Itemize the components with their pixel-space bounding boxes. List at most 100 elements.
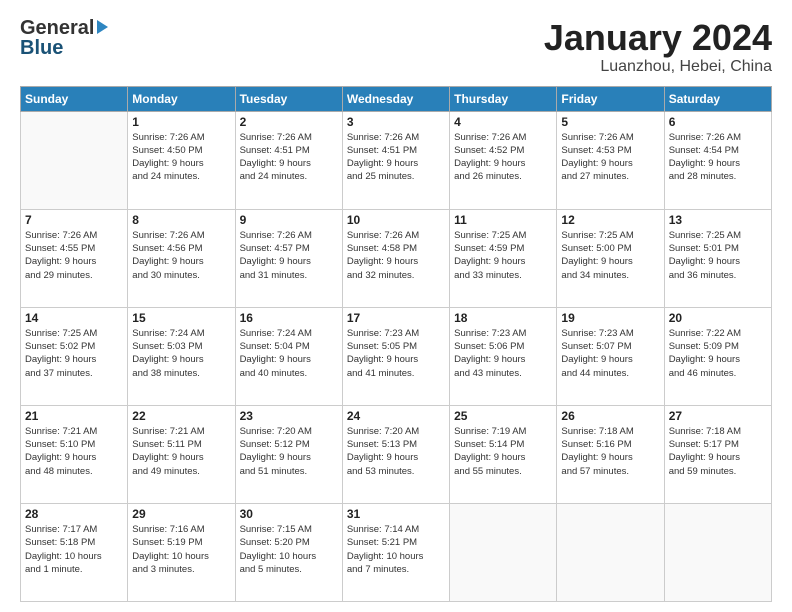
calendar-header-thursday: Thursday [450,86,557,111]
calendar-cell: 6Sunrise: 7:26 AM Sunset: 4:54 PM Daylig… [664,111,771,209]
day-number: 31 [347,507,445,521]
calendar-cell: 25 Sunrise: 7:19 AM Sunset: 5:14 PM Dayli… [450,405,557,503]
day-info: Sunrise: 7:17 AM Sunset: 5:18 PM Dayligh… [25,523,123,576]
day-number: 2 [240,115,338,129]
day-info: Sunrise: 7:18 AM Sunset: 5:17 PM Dayligh… [669,425,767,478]
day-number: 13 [669,213,767,227]
day-info: Sunrise: 7:21 AM Sunset: 5:11 PM Dayligh… [132,425,230,478]
day-info: Sunrise: 7:19 AM Sunset: 5:14 PM Dayligh… [454,425,552,478]
calendar-cell: 19Sunrise: 7:23 AM Sunset: 5:07 PM Dayli… [557,307,664,405]
day-number: 18 [454,311,552,325]
calendar-week-4: 21 Sunrise: 7:21 AM Sunset: 5:10 PM Dayli… [21,405,772,503]
day-number: 14 [25,311,123,325]
day-number: 26 [561,409,659,423]
day-info: Sunrise: 7:26 AM Sunset: 4:57 PM Dayligh… [240,229,338,282]
day-number: 25 [454,409,552,423]
calendar-header-tuesday: Tuesday [235,86,342,111]
day-number: 12 [561,213,659,227]
calendar-week-1: 1 Sunrise: 7:26 AM Sunset: 4:50 PM Daylig… [21,111,772,209]
day-number: 7 [25,213,123,227]
day-number: 16 [240,311,338,325]
header: General Blue January 2024 Luanzhou, Hebe… [20,18,772,76]
calendar-cell: 27 Sunrise: 7:18 AM Sunset: 5:17 PM Dayli… [664,405,771,503]
day-number: 10 [347,213,445,227]
day-number: 9 [240,213,338,227]
calendar-cell [21,111,128,209]
calendar-cell: 22 Sunrise: 7:21 AM Sunset: 5:11 PM Dayli… [128,405,235,503]
logo-arrow-icon [97,20,108,34]
day-number: 24 [347,409,445,423]
day-info: Sunrise: 7:26 AM Sunset: 4:51 PM Dayligh… [240,131,338,184]
day-info: Sunrise: 7:24 AM Sunset: 5:04 PM Dayligh… [240,327,338,380]
day-info: Sunrise: 7:14 AM Sunset: 5:21 PM Dayligh… [347,523,445,576]
day-info: Sunrise: 7:26 AM Sunset: 4:52 PM Dayligh… [454,131,552,184]
calendar-cell: 10 Sunrise: 7:26 AM Sunset: 4:58 PM Dayli… [342,209,449,307]
day-number: 1 [132,115,230,129]
day-number: 15 [132,311,230,325]
calendar-week-2: 7 Sunrise: 7:26 AM Sunset: 4:55 PM Daylig… [21,209,772,307]
day-info: Sunrise: 7:25 AM Sunset: 5:02 PM Dayligh… [25,327,123,380]
calendar-cell: 4 Sunrise: 7:26 AM Sunset: 4:52 PM Daylig… [450,111,557,209]
day-info: Sunrise: 7:18 AM Sunset: 5:16 PM Dayligh… [561,425,659,478]
calendar-table: SundayMondayTuesdayWednesdayThursdayFrid… [20,86,772,602]
day-info: Sunrise: 7:26 AM Sunset: 4:51 PM Dayligh… [347,131,445,184]
calendar-cell: 9 Sunrise: 7:26 AM Sunset: 4:57 PM Daylig… [235,209,342,307]
calendar-cell: 26 Sunrise: 7:18 AM Sunset: 5:16 PM Dayli… [557,405,664,503]
calendar-cell: 31 Sunrise: 7:14 AM Sunset: 5:21 PM Dayli… [342,503,449,601]
day-info: Sunrise: 7:26 AM Sunset: 4:54 PM Dayligh… [669,131,767,184]
calendar-cell: 13Sunrise: 7:25 AM Sunset: 5:01 PM Dayli… [664,209,771,307]
calendar-cell: 29Sunrise: 7:16 AM Sunset: 5:19 PM Dayli… [128,503,235,601]
day-number: 23 [240,409,338,423]
calendar-header-row: SundayMondayTuesdayWednesdayThursdayFrid… [21,86,772,111]
day-info: Sunrise: 7:26 AM Sunset: 4:50 PM Dayligh… [132,131,230,184]
calendar-cell [450,503,557,601]
calendar-header-wednesday: Wednesday [342,86,449,111]
day-info: Sunrise: 7:23 AM Sunset: 5:07 PM Dayligh… [561,327,659,380]
day-number: 28 [25,507,123,521]
calendar-cell: 8Sunrise: 7:26 AM Sunset: 4:56 PM Daylig… [128,209,235,307]
calendar-cell: 24Sunrise: 7:20 AM Sunset: 5:13 PM Dayli… [342,405,449,503]
day-info: Sunrise: 7:24 AM Sunset: 5:03 PM Dayligh… [132,327,230,380]
calendar-cell: 18 Sunrise: 7:23 AM Sunset: 5:06 PM Dayli… [450,307,557,405]
calendar-cell: 30Sunrise: 7:15 AM Sunset: 5:20 PM Dayli… [235,503,342,601]
calendar-header-sunday: Sunday [21,86,128,111]
calendar-cell: 15 Sunrise: 7:24 AM Sunset: 5:03 PM Dayli… [128,307,235,405]
calendar-title: January 2024 [544,18,772,58]
day-info: Sunrise: 7:25 AM Sunset: 4:59 PM Dayligh… [454,229,552,282]
calendar-cell: 5 Sunrise: 7:26 AM Sunset: 4:53 PM Daylig… [557,111,664,209]
calendar-cell: 17 Sunrise: 7:23 AM Sunset: 5:05 PM Dayli… [342,307,449,405]
calendar-cell: 16 Sunrise: 7:24 AM Sunset: 5:04 PM Dayli… [235,307,342,405]
day-number: 20 [669,311,767,325]
day-number: 5 [561,115,659,129]
calendar-cell: 11Sunrise: 7:25 AM Sunset: 4:59 PM Dayli… [450,209,557,307]
page: General Blue January 2024 Luanzhou, Hebe… [0,0,792,612]
day-number: 3 [347,115,445,129]
day-info: Sunrise: 7:23 AM Sunset: 5:05 PM Dayligh… [347,327,445,380]
day-info: Sunrise: 7:23 AM Sunset: 5:06 PM Dayligh… [454,327,552,380]
calendar-cell: 23 Sunrise: 7:20 AM Sunset: 5:12 PM Dayli… [235,405,342,503]
day-info: Sunrise: 7:26 AM Sunset: 4:53 PM Dayligh… [561,131,659,184]
calendar-cell: 3 Sunrise: 7:26 AM Sunset: 4:51 PM Daylig… [342,111,449,209]
calendar-cell [664,503,771,601]
calendar-cell: 2 Sunrise: 7:26 AM Sunset: 4:51 PM Daylig… [235,111,342,209]
day-number: 27 [669,409,767,423]
day-number: 21 [25,409,123,423]
calendar-cell: 20 Sunrise: 7:22 AM Sunset: 5:09 PM Dayli… [664,307,771,405]
day-number: 4 [454,115,552,129]
logo: General Blue [20,18,108,58]
day-info: Sunrise: 7:21 AM Sunset: 5:10 PM Dayligh… [25,425,123,478]
calendar-cell: 28 Sunrise: 7:17 AM Sunset: 5:18 PM Dayli… [21,503,128,601]
calendar-cell [557,503,664,601]
day-number: 22 [132,409,230,423]
day-info: Sunrise: 7:20 AM Sunset: 5:12 PM Dayligh… [240,425,338,478]
day-number: 29 [132,507,230,521]
day-number: 30 [240,507,338,521]
day-info: Sunrise: 7:26 AM Sunset: 4:55 PM Dayligh… [25,229,123,282]
calendar-location: Luanzhou, Hebei, China [544,58,772,76]
day-info: Sunrise: 7:22 AM Sunset: 5:09 PM Dayligh… [669,327,767,380]
calendar-cell: 21 Sunrise: 7:21 AM Sunset: 5:10 PM Dayli… [21,405,128,503]
day-number: 17 [347,311,445,325]
calendar-cell: 7 Sunrise: 7:26 AM Sunset: 4:55 PM Daylig… [21,209,128,307]
day-info: Sunrise: 7:26 AM Sunset: 4:56 PM Dayligh… [132,229,230,282]
day-info: Sunrise: 7:26 AM Sunset: 4:58 PM Dayligh… [347,229,445,282]
